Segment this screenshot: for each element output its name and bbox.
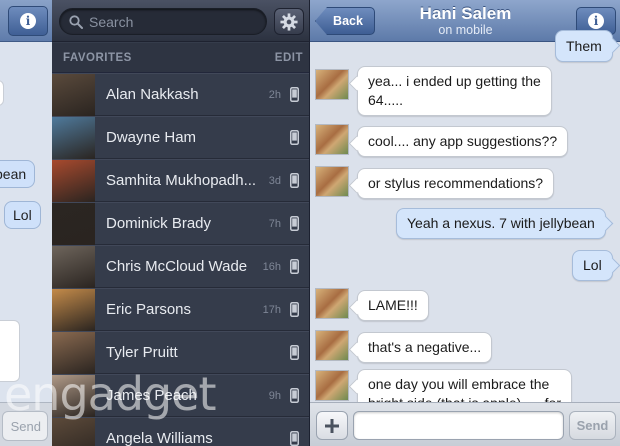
mobile-phone-icon	[283, 345, 305, 360]
friend-name: Angela Williams	[106, 430, 213, 446]
friend-name: James Peach	[106, 387, 197, 404]
last-active-time: 17h	[262, 303, 281, 316]
friend-avatar	[52, 331, 95, 374]
friend-avatar	[52, 116, 95, 159]
friend-name: Eric Parsons	[106, 301, 192, 318]
friend-avatar	[52, 159, 95, 202]
chat-panel: Back Hani Salem on mobile i Them yea... …	[309, 0, 620, 446]
partial-bubble	[0, 80, 4, 106]
friend-row[interactable]: Eric Parsons 17h	[52, 288, 309, 331]
message-incoming: LAME!!!	[357, 290, 429, 321]
last-active-time: 3d	[268, 174, 281, 187]
message-incoming: or stylus recommendations?	[357, 168, 555, 199]
friend-avatar	[52, 245, 95, 288]
gear-icon	[280, 12, 298, 31]
message-outgoing: Yeah a nexus. 7 with jellybean	[396, 208, 606, 239]
friend-avatar	[52, 374, 95, 417]
message-incoming: cool.... any app suggestions??	[357, 126, 569, 157]
message-outgoing: Them	[555, 30, 613, 62]
mobile-phone-icon	[283, 87, 305, 102]
friend-name: Tyler Pruitt	[106, 344, 178, 361]
search-bar	[52, 0, 309, 42]
friend-name: Dominick Brady	[106, 215, 212, 232]
friend-row[interactable]: Alan Nakkash 2h	[52, 73, 309, 116]
friend-avatar	[52, 417, 95, 446]
mobile-phone-icon	[283, 259, 305, 274]
friend-row[interactable]: Dominick Brady 7h	[52, 202, 309, 245]
friends-list: Alan Nakkash 2h Dwayne Ham Samhita Mukhopad…	[52, 73, 309, 446]
friend-avatar	[52, 73, 95, 116]
friend-row[interactable]: James Peach 9h	[52, 374, 309, 417]
favorites-header: FAVORITES EDIT	[52, 43, 309, 73]
contact-avatar	[315, 330, 349, 361]
friend-avatar	[52, 202, 95, 245]
info-icon: i	[588, 13, 604, 29]
message-input[interactable]	[353, 411, 564, 440]
send-button-left[interactable]: Send	[2, 411, 48, 441]
message-incoming: yea... i ended up getting the 64.....	[357, 66, 552, 116]
favorites-label: FAVORITES	[63, 51, 132, 64]
search-input[interactable]	[89, 13, 249, 30]
message-text-line: yea... i ended up getting the	[368, 73, 541, 89]
last-active-time: 16h	[262, 260, 281, 273]
mobile-phone-icon	[283, 173, 305, 188]
contact-avatar	[315, 69, 349, 100]
friends-panel: FAVORITES EDIT Alan Nakkash 2h Dwayne Ham S…	[52, 0, 309, 446]
mobile-phone-icon	[283, 130, 305, 145]
mobile-phone-icon	[283, 431, 305, 446]
info-button-left[interactable]: i	[8, 6, 48, 36]
partial-bubble	[0, 320, 20, 382]
last-active-time: 2h	[268, 88, 281, 101]
friend-name: Samhita Mukhopadh...	[106, 172, 257, 189]
plus-icon	[325, 418, 339, 433]
friend-name: Chris McCloud Wade	[106, 258, 248, 275]
message-text-line: one day you will embrace the	[368, 376, 550, 392]
previous-chat-strip: i bean Lol Send	[0, 0, 52, 446]
settings-button[interactable]	[274, 8, 304, 35]
edit-button[interactable]: EDIT	[275, 52, 303, 64]
send-button[interactable]: Send	[569, 411, 616, 440]
search-field[interactable]	[59, 8, 267, 35]
last-active-time: 9h	[268, 389, 281, 402]
friend-row[interactable]: Tyler Pruitt	[52, 331, 309, 374]
friend-name: Alan Nakkash	[106, 86, 199, 103]
friend-row[interactable]: Angela Williams	[52, 417, 309, 446]
info-icon: i	[20, 13, 36, 29]
mobile-phone-icon	[283, 388, 305, 403]
contact-avatar	[315, 124, 349, 155]
left-bubble-lol: Lol	[4, 201, 41, 229]
friend-row[interactable]: Samhita Mukhopadh... 3d	[52, 159, 309, 202]
previous-chat-composer: Send	[0, 402, 52, 446]
contact-avatar	[315, 166, 349, 197]
message-text-line: 64.....	[368, 92, 404, 108]
message-composer: Send	[310, 402, 620, 446]
message-outgoing: Lol	[572, 250, 613, 281]
last-active-time: 7h	[268, 217, 281, 230]
friend-name: Dwayne Ham	[106, 129, 197, 146]
add-attachment-button[interactable]	[316, 411, 348, 440]
search-icon	[69, 14, 83, 29]
contact-avatar	[315, 370, 349, 401]
left-bubble-bean: bean	[0, 160, 36, 188]
mobile-phone-icon	[283, 216, 305, 231]
friend-row[interactable]: Dwayne Ham	[52, 116, 309, 159]
previous-chat-header: i	[0, 0, 52, 42]
message-incoming: that's a negative...	[357, 332, 493, 363]
mobile-phone-icon	[283, 302, 305, 317]
contact-name: Hani Salem	[419, 4, 512, 23]
friend-avatar	[52, 288, 95, 331]
contact-avatar	[315, 288, 349, 319]
friend-row[interactable]: Chris McCloud Wade 16h	[52, 245, 309, 288]
